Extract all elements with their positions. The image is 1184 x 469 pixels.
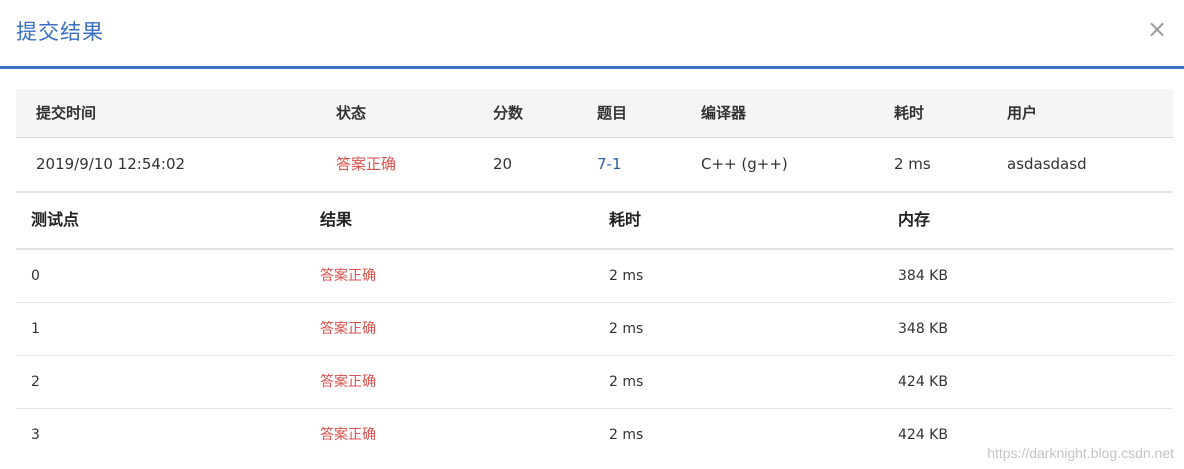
case-time: 2 ms xyxy=(609,268,644,284)
score-value: 20 xyxy=(493,155,513,173)
header-problem: 题目 xyxy=(597,104,628,122)
header-user: 用户 xyxy=(1007,104,1038,122)
case-result: 答案正确 xyxy=(320,268,376,284)
summary-row: 2019/9/10 12:54:02 答案正确 20 7-1 C++ (g++)… xyxy=(16,138,1173,193)
table-row: 2 答案正确 2 ms 424 KB xyxy=(16,356,1173,409)
duration-value: 2 ms xyxy=(894,155,931,173)
case-id: 0 xyxy=(31,268,40,284)
case-id: 2 xyxy=(31,374,40,390)
header-result: 结果 xyxy=(320,210,353,229)
watermark-text: https://darknight.blog.csdn.net xyxy=(987,445,1174,461)
table-row: 0 答案正确 2 ms 384 KB xyxy=(16,250,1173,303)
header-test-point: 测试点 xyxy=(31,210,80,229)
header-duration: 耗时 xyxy=(894,104,925,122)
header-status: 状态 xyxy=(336,104,367,122)
case-id: 1 xyxy=(31,321,40,337)
dialog-title: 提交结果 xyxy=(16,20,104,44)
case-memory: 424 KB xyxy=(898,374,948,390)
user-value: asdasdasd xyxy=(1007,155,1087,173)
table-row: 1 答案正确 2 ms 348 KB xyxy=(16,303,1173,356)
status-badge: 答案正确 xyxy=(336,155,397,173)
case-time: 2 ms xyxy=(609,321,644,337)
case-memory: 384 KB xyxy=(898,268,948,284)
header-compiler: 编译器 xyxy=(701,104,747,122)
test-cases-table: 测试点 结果 耗时 内存 0 答案正确 2 ms 384 KB 1 答案正确 2… xyxy=(16,192,1173,461)
header-memory: 内存 xyxy=(898,210,931,229)
header-score: 分数 xyxy=(493,104,524,122)
cases-header-row: 测试点 结果 耗时 内存 xyxy=(16,192,1173,250)
case-memory: 348 KB xyxy=(898,321,948,337)
dialog-header: 提交结果 × xyxy=(0,0,1184,66)
case-time: 2 ms xyxy=(609,374,644,390)
problem-link[interactable]: 7-1 xyxy=(597,138,622,190)
case-time: 2 ms xyxy=(609,427,644,443)
header-divider xyxy=(0,66,1184,69)
case-id: 3 xyxy=(31,427,40,443)
close-icon[interactable]: × xyxy=(1144,14,1170,44)
submit-time: 2019/9/10 12:54:02 xyxy=(36,155,186,173)
case-result: 答案正确 xyxy=(320,374,376,390)
case-memory: 424 KB xyxy=(898,427,948,443)
compiler-value: C++ (g++) xyxy=(701,155,788,173)
submission-summary-table: 提交时间 状态 分数 题目 编译器 耗时 用户 2019/9/10 12:54:… xyxy=(16,89,1173,193)
case-result: 答案正确 xyxy=(320,321,376,337)
summary-header-row: 提交时间 状态 分数 题目 编译器 耗时 用户 xyxy=(16,89,1173,138)
header-time: 耗时 xyxy=(609,210,642,229)
case-result: 答案正确 xyxy=(320,427,376,443)
header-submit-time: 提交时间 xyxy=(36,104,97,122)
